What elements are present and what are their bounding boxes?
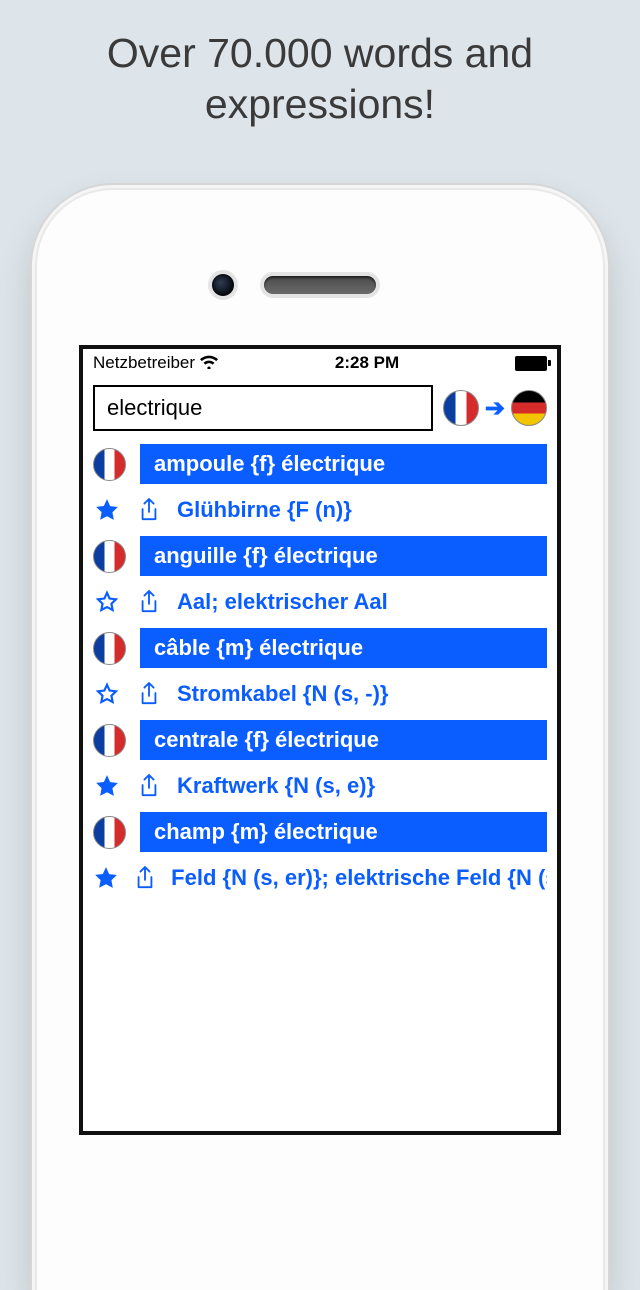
translation-term: Kraftwerk {N (s, e)}: [177, 773, 375, 799]
france-flag-icon: [93, 540, 126, 573]
source-term: champ {m} électrique: [140, 812, 547, 852]
translation-row[interactable]: Aal; elektrischer Aal: [83, 579, 557, 625]
share-icon[interactable]: [133, 865, 157, 891]
translation-row[interactable]: Glühbirne {F (n)}: [83, 487, 557, 533]
source-row[interactable]: anguille {f} électrique: [83, 533, 557, 579]
carrier-label: Netzbetreiber: [93, 353, 195, 373]
source-term: centrale {f} électrique: [140, 720, 547, 760]
phone-earpiece: [264, 276, 376, 294]
germany-flag-icon: [511, 390, 547, 426]
source-term: anguille {f} électrique: [140, 536, 547, 576]
clock-label: 2:28 PM: [219, 353, 515, 373]
phone-screen: Netzbetreiber 2:28 PM ➔ ampoule {f} élec…: [79, 345, 561, 1135]
france-flag-icon: [93, 724, 126, 757]
search-input[interactable]: [93, 385, 433, 431]
wifi-icon: [199, 353, 219, 374]
battery-icon: [515, 356, 547, 371]
share-icon[interactable]: [135, 773, 163, 799]
favorite-star-icon[interactable]: [93, 865, 119, 891]
source-row[interactable]: ampoule {f} électrique: [83, 441, 557, 487]
promo-headline: Over 70.000 words and expressions!: [0, 0, 640, 131]
source-row[interactable]: centrale {f} électrique: [83, 717, 557, 763]
france-flag-icon: [93, 816, 126, 849]
source-row[interactable]: câble {m} électrique: [83, 625, 557, 671]
arrow-right-icon: ➔: [485, 394, 505, 423]
phone-camera: [212, 274, 234, 296]
language-direction-button[interactable]: ➔: [443, 390, 547, 426]
translation-row[interactable]: Stromkabel {N (s, -)}: [83, 671, 557, 717]
france-flag-icon: [93, 448, 126, 481]
favorite-star-icon[interactable]: [93, 773, 121, 799]
source-term: câble {m} électrique: [140, 628, 547, 668]
source-term: ampoule {f} électrique: [140, 444, 547, 484]
share-icon[interactable]: [135, 589, 163, 615]
results-list: ampoule {f} électrique Glühbirne {F (n)} a…: [83, 441, 557, 901]
share-icon[interactable]: [135, 497, 163, 523]
translation-term: Stromkabel {N (s, -)}: [177, 681, 389, 707]
status-bar: Netzbetreiber 2:28 PM: [83, 349, 557, 377]
phone-frame: Netzbetreiber 2:28 PM ➔ ampoule {f} élec…: [37, 190, 603, 1290]
translation-term: Glühbirne {F (n)}: [177, 497, 352, 523]
translation-term: Feld {N (s, er)}; elektrische Feld {N (s…: [171, 865, 547, 891]
favorite-star-icon[interactable]: [93, 497, 121, 523]
translation-term: Aal; elektrischer Aal: [177, 589, 388, 615]
france-flag-icon: [443, 390, 479, 426]
favorite-star-icon[interactable]: [93, 589, 121, 615]
source-row[interactable]: champ {m} électrique: [83, 809, 557, 855]
search-row: ➔: [83, 377, 557, 441]
favorite-star-icon[interactable]: [93, 681, 121, 707]
share-icon[interactable]: [135, 681, 163, 707]
translation-row[interactable]: Feld {N (s, er)}; elektrische Feld {N (s…: [83, 855, 557, 901]
translation-row[interactable]: Kraftwerk {N (s, e)}: [83, 763, 557, 809]
france-flag-icon: [93, 632, 126, 665]
